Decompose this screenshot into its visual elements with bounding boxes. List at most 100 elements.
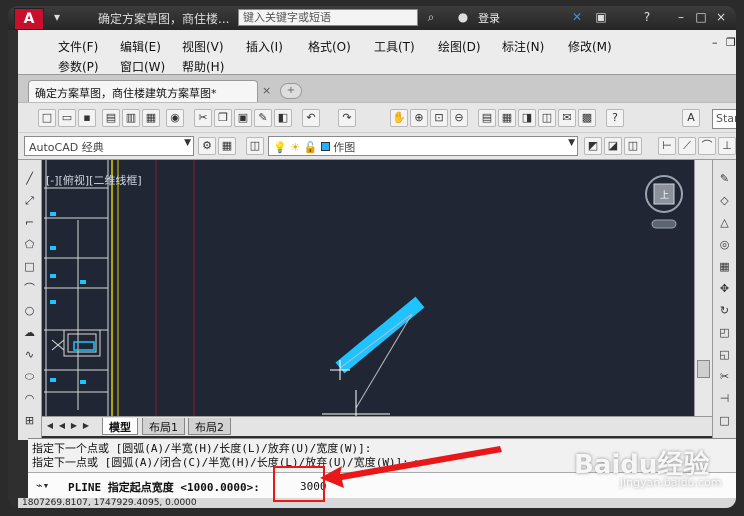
offset-tool-icon[interactable]: ◎ xyxy=(716,236,733,253)
document-tab[interactable]: 确定方案草图，商住楼建筑方案草图* xyxy=(28,80,258,102)
properties-icon[interactable]: ▤ xyxy=(478,109,496,127)
menu-restore[interactable]: ❐ xyxy=(726,36,736,49)
menu-help[interactable]: 帮助(H) xyxy=(182,58,224,75)
save-icon[interactable]: ▪ xyxy=(78,109,96,127)
circle-tool-icon[interactable]: ○ xyxy=(21,302,38,319)
command-line-icon[interactable]: ⌁▾ xyxy=(36,479,49,492)
new-file-icon[interactable]: □ xyxy=(38,109,56,127)
zoom-realtime-icon[interactable]: ⊕ xyxy=(410,109,428,127)
open-file-icon[interactable]: ▭ xyxy=(58,109,76,127)
erase-tool-icon[interactable]: ✎ xyxy=(716,170,733,187)
user-icon[interactable]: ● xyxy=(454,9,472,26)
make-current-layer-icon[interactable]: ◩ xyxy=(584,137,602,155)
menu-minimize[interactable]: – xyxy=(712,36,718,49)
prev-layout-icon[interactable]: ◀ xyxy=(56,419,68,433)
workspace-settings-icon[interactable]: ⚙ xyxy=(198,137,216,155)
arc-length-icon[interactable]: ⌒ xyxy=(698,137,716,155)
menu-dimension[interactable]: 标注(N) xyxy=(502,38,544,55)
trim-tool-icon[interactable]: ✂ xyxy=(716,368,733,385)
scrollbar-thumb[interactable] xyxy=(697,360,710,378)
scale-tool-icon[interactable]: ◰ xyxy=(716,324,733,341)
workspace-combo[interactable]: AutoCAD 经典 ▼ xyxy=(24,136,194,156)
redo-icon[interactable]: ↷ xyxy=(338,109,356,127)
close-button[interactable]: × xyxy=(712,9,730,26)
search-input[interactable]: 键入关键字或短语 xyxy=(238,9,418,26)
help-tool-icon[interactable]: ? xyxy=(606,109,624,127)
zoom-window-icon[interactable]: ⊡ xyxy=(430,109,448,127)
vertical-scrollbar[interactable] xyxy=(694,160,712,416)
workspace-switch-icon[interactable]: ▦ xyxy=(218,137,236,155)
linear-dimension-icon[interactable]: ⊢ xyxy=(658,137,676,155)
rotate-tool-icon[interactable]: ↻ xyxy=(716,302,733,319)
print-icon[interactable]: ▤ xyxy=(102,109,120,127)
tool-palettes-icon[interactable]: ◨ xyxy=(518,109,536,127)
menu-draw[interactable]: 绘图(D) xyxy=(438,38,481,55)
layer-state-icon[interactable]: ◫ xyxy=(624,137,642,155)
menu-view[interactable]: 视图(V) xyxy=(182,38,224,55)
publish-icon[interactable]: ◉ xyxy=(166,109,184,127)
next-layout-icon[interactable]: ▶ xyxy=(68,419,80,433)
mirror-tool-icon[interactable]: △ xyxy=(716,214,733,231)
print-preview-icon[interactable]: ▥ xyxy=(122,109,140,127)
cart-icon[interactable]: ▣ xyxy=(592,9,610,26)
markup-icon[interactable]: ✉ xyxy=(558,109,576,127)
polygon-tool-icon[interactable]: ⬠ xyxy=(21,236,38,253)
break-tool-icon[interactable]: □ xyxy=(716,412,733,429)
rectangle-tool-icon[interactable]: □ xyxy=(21,258,38,275)
search-icon[interactable]: ⌕ xyxy=(422,9,440,26)
plot-icon[interactable]: ▦ xyxy=(142,109,160,127)
last-layout-icon[interactable]: ▶ xyxy=(80,419,92,433)
undo-icon[interactable]: ↶ xyxy=(302,109,320,127)
viewport-label[interactable]: [-][俯视][二维线框] xyxy=(46,172,142,188)
block-editor-icon[interactable]: ◧ xyxy=(274,109,292,127)
menu-tools[interactable]: 工具(T) xyxy=(374,38,415,55)
line-tool-icon[interactable]: ╱ xyxy=(21,170,38,187)
revcloud-tool-icon[interactable]: ☁ xyxy=(21,324,38,341)
stretch-tool-icon[interactable]: ◱ xyxy=(716,346,733,363)
menu-window[interactable]: 窗口(W) xyxy=(120,58,165,75)
tab-layout2[interactable]: 布局2 xyxy=(188,418,231,435)
copy-object-tool-icon[interactable]: ◇ xyxy=(716,192,733,209)
tab-close-icon[interactable]: × xyxy=(262,84,271,97)
menu-file[interactable]: 文件(F) xyxy=(58,38,98,55)
login-link[interactable]: 登录 xyxy=(478,10,500,26)
paste-icon[interactable]: ▣ xyxy=(234,109,252,127)
array-tool-icon[interactable]: ▦ xyxy=(716,258,733,275)
copy-icon[interactable]: ❐ xyxy=(214,109,232,127)
spline-tool-icon[interactable]: ∿ xyxy=(21,346,38,363)
menu-edit[interactable]: 编辑(E) xyxy=(120,38,161,55)
new-tab-button[interactable]: + xyxy=(280,83,302,99)
menu-format[interactable]: 格式(O) xyxy=(308,38,351,55)
arc-tool-icon[interactable]: ⌒ xyxy=(21,280,38,297)
autocad-logo-icon[interactable]: A xyxy=(14,8,44,30)
viewcube-icon[interactable]: 上 xyxy=(645,175,683,229)
zoom-previous-icon[interactable]: ⊖ xyxy=(450,109,468,127)
wide-polyline-segment[interactable] xyxy=(335,296,425,374)
pan-icon[interactable]: ✋ xyxy=(390,109,408,127)
ellipse-tool-icon[interactable]: ⬭ xyxy=(21,368,38,385)
layer-combo[interactable]: 💡 ☀ 🔓 作图 ▼ xyxy=(268,136,578,156)
menu-modify[interactable]: 修改(M) xyxy=(568,38,612,55)
drawing-canvas[interactable]: 上 [-][俯视][二维线框] xyxy=(42,160,694,416)
ellipse-arc-tool-icon[interactable]: ◠ xyxy=(21,390,38,407)
minimize-button[interactable]: – xyxy=(672,9,690,26)
insert-block-tool-icon[interactable]: ⊞ xyxy=(21,412,38,429)
text-style-combo[interactable]: Stand xyxy=(712,109,736,129)
design-center-icon[interactable]: ▦ xyxy=(498,109,516,127)
help-icon[interactable]: ? xyxy=(638,9,656,26)
cut-icon[interactable]: ✂ xyxy=(194,109,212,127)
calculator-icon[interactable]: ▩ xyxy=(578,109,596,127)
first-layout-icon[interactable]: ◀ xyxy=(44,419,56,433)
exchange-icon[interactable]: ✕ xyxy=(568,9,586,26)
maximize-button[interactable]: □ xyxy=(692,9,710,26)
menu-insert[interactable]: 插入(I) xyxy=(246,38,283,55)
aligned-dimension-icon[interactable]: ⟋ xyxy=(678,137,696,155)
text-style-icon[interactable]: A xyxy=(682,109,700,127)
ordinate-dimension-icon[interactable]: ⊥ xyxy=(718,137,736,155)
polyline-tool-icon[interactable]: ⌐ xyxy=(21,214,38,231)
menu-parametric[interactable]: 参数(P) xyxy=(58,58,99,75)
extend-tool-icon[interactable]: ⊣ xyxy=(716,390,733,407)
layer-properties-icon[interactable]: ◫ xyxy=(246,137,264,155)
tab-model[interactable]: 模型 xyxy=(102,418,138,435)
quick-access-arrow-icon[interactable]: ▾ xyxy=(48,9,66,26)
